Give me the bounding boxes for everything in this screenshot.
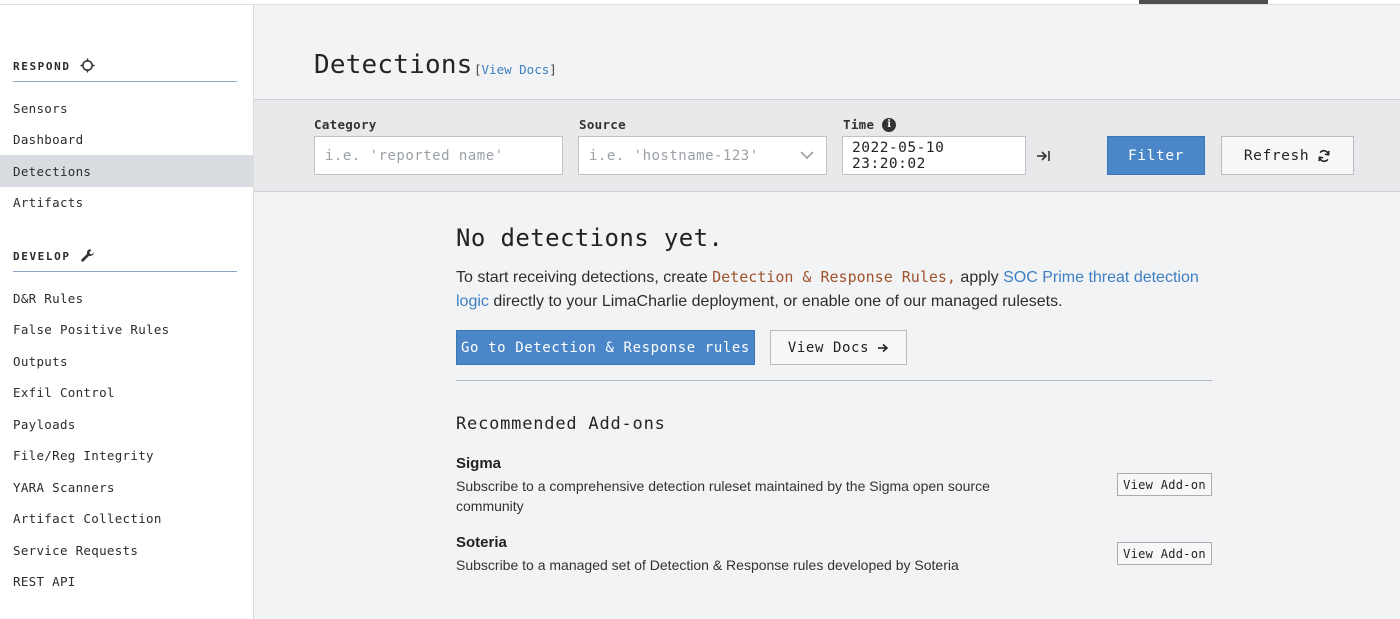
source-placeholder: i.e. 'hostname-123' — [589, 147, 759, 164]
sidebar-item-dr-rules[interactable]: D&R Rules — [0, 282, 253, 314]
sidebar-item-yara-scanners[interactable]: YARA Scanners — [0, 471, 253, 503]
recommended-addons-title: Recommended Add-ons — [456, 414, 666, 434]
sidebar-item-service-requests[interactable]: Service Requests — [0, 534, 253, 566]
wrench-icon — [80, 249, 94, 262]
addon-desc-soteria: Subscribe to a managed set of Detection … — [456, 557, 959, 573]
go-to-dr-rules-button[interactable]: Go to Detection & Response rules — [456, 330, 755, 365]
desc-text-3: directly to your LimaCharlie deployment,… — [488, 292, 1063, 310]
filter-button[interactable]: Filter — [1107, 136, 1205, 175]
time-input[interactable]: 2022-05-10 23:20:02 — [842, 136, 1026, 175]
empty-state-description: To start receiving detections, create De… — [456, 266, 1216, 313]
sidebar-item-artifact-collection[interactable]: Artifact Collection — [0, 502, 253, 534]
section-divider — [456, 380, 1212, 381]
develop-section-title: DEVELOP — [13, 250, 71, 263]
develop-section-header: DEVELOP — [13, 249, 237, 272]
view-docs-header: [View Docs] — [474, 62, 557, 77]
sidebar-item-file-reg-integrity[interactable]: File/Reg Integrity — [0, 439, 253, 471]
view-docs-button[interactable]: View Docs — [770, 330, 907, 365]
sidebar-item-outputs[interactable]: Outputs — [0, 345, 253, 377]
time-value: 2022-05-10 23:20:02 — [852, 139, 945, 172]
sidebar-item-exfil-control[interactable]: Exfil Control — [0, 376, 253, 408]
sidebar-item-detections[interactable]: Detections — [0, 155, 253, 187]
sidebar-item-rest-api[interactable]: REST API — [0, 565, 253, 597]
sidebar-item-payloads[interactable]: Payloads — [0, 408, 253, 440]
view-docs-link[interactable]: View Docs — [482, 62, 550, 77]
chevron-down-icon — [800, 151, 814, 160]
refresh-button-label: Refresh — [1243, 147, 1310, 164]
empty-state-title: No detections yet. — [456, 224, 724, 252]
sidebar-item-artifacts[interactable]: Artifacts — [0, 186, 253, 218]
refresh-button[interactable]: Refresh — [1221, 136, 1354, 175]
arrow-right-icon — [878, 343, 889, 352]
top-bar-active-tab[interactable] — [1139, 0, 1268, 4]
desc-text-1: To start receiving detections, create — [456, 269, 713, 286]
sidebar: RESPOND Sensors Dashboard Detections Art… — [0, 5, 254, 619]
category-label-text: Category — [314, 117, 377, 132]
sidebar-item-false-positive-rules[interactable]: False Positive Rules — [0, 313, 253, 345]
addon-name-soteria: Soteria — [456, 534, 507, 551]
respond-section-title: RESPOND — [13, 60, 71, 73]
crosshair-icon — [80, 58, 95, 73]
source-label-text: Source — [579, 117, 626, 132]
view-docs-button-label: View Docs — [787, 339, 870, 356]
time-label: Time i — [843, 117, 897, 132]
category-label: Category — [314, 117, 377, 132]
source-label: Source — [579, 117, 626, 132]
sidebar-item-sensors[interactable]: Sensors — [0, 92, 253, 124]
view-addon-soteria-button[interactable]: View Add-on — [1117, 542, 1212, 565]
docs-bracket-close: ] — [549, 62, 557, 77]
desc-text-2: apply — [955, 269, 1004, 286]
category-placeholder: i.e. 'reported name' — [325, 147, 504, 164]
view-addon-sigma-button[interactable]: View Add-on — [1117, 473, 1212, 496]
info-icon[interactable]: i — [882, 117, 897, 132]
source-select[interactable]: i.e. 'hostname-123' — [578, 136, 827, 175]
jump-to-end-icon[interactable] — [1036, 149, 1052, 166]
addon-desc-sigma: Subscribe to a comprehensive detection r… — [456, 478, 990, 514]
sidebar-item-dashboard[interactable]: Dashboard — [0, 123, 253, 155]
respond-section-header: RESPOND — [13, 58, 237, 82]
dr-rules-code-link[interactable]: Detection & Response Rules, — [712, 268, 956, 286]
docs-bracket-open: [ — [474, 62, 482, 77]
time-label-text: Time — [843, 117, 875, 132]
addon-name-sigma: Sigma — [456, 455, 502, 472]
page-title: Detections — [314, 50, 473, 80]
refresh-icon — [1318, 149, 1330, 162]
category-input[interactable]: i.e. 'reported name' — [314, 136, 563, 175]
